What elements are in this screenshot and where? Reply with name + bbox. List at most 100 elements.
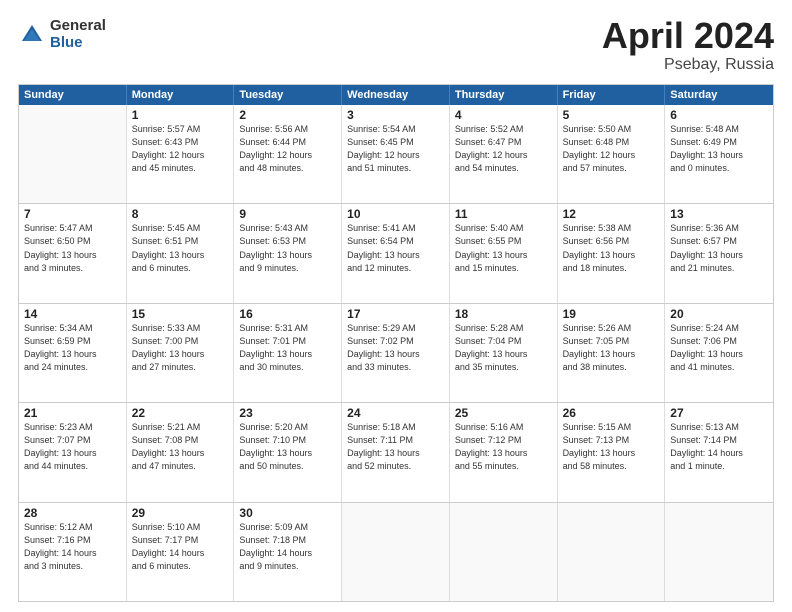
day-number: 10 <box>347 207 444 221</box>
day-info: Sunrise: 5:31 AMSunset: 7:01 PMDaylight:… <box>239 322 336 374</box>
day-info: Sunrise: 5:56 AMSunset: 6:44 PMDaylight:… <box>239 123 336 175</box>
day-number: 30 <box>239 506 336 520</box>
calendar-cell-empty-3 <box>342 503 450 601</box>
day-number: 3 <box>347 108 444 122</box>
page: General Blue April 2024 Psebay, Russia S… <box>0 0 792 612</box>
day-number: 14 <box>24 307 121 321</box>
day-info: Sunrise: 5:29 AMSunset: 7:02 PMDaylight:… <box>347 322 444 374</box>
day-info: Sunrise: 5:28 AMSunset: 7:04 PMDaylight:… <box>455 322 552 374</box>
calendar-cell-3: 3Sunrise: 5:54 AMSunset: 6:45 PMDaylight… <box>342 105 450 203</box>
calendar-cell-1: 1Sunrise: 5:57 AMSunset: 6:43 PMDaylight… <box>127 105 235 203</box>
day-number: 4 <box>455 108 552 122</box>
day-info: Sunrise: 5:40 AMSunset: 6:55 PMDaylight:… <box>455 222 552 274</box>
calendar-cell-30: 30Sunrise: 5:09 AMSunset: 7:18 PMDayligh… <box>234 503 342 601</box>
day-info: Sunrise: 5:43 AMSunset: 6:53 PMDaylight:… <box>239 222 336 274</box>
header: General Blue April 2024 Psebay, Russia <box>18 18 774 74</box>
day-info: Sunrise: 5:24 AMSunset: 7:06 PMDaylight:… <box>670 322 768 374</box>
day-number: 9 <box>239 207 336 221</box>
calendar-cell-21: 21Sunrise: 5:23 AMSunset: 7:07 PMDayligh… <box>19 403 127 501</box>
day-number: 13 <box>670 207 768 221</box>
calendar-cell-15: 15Sunrise: 5:33 AMSunset: 7:00 PMDayligh… <box>127 304 235 402</box>
day-info: Sunrise: 5:21 AMSunset: 7:08 PMDaylight:… <box>132 421 229 473</box>
day-number: 15 <box>132 307 229 321</box>
calendar-cell-9: 9Sunrise: 5:43 AMSunset: 6:53 PMDaylight… <box>234 204 342 302</box>
day-info: Sunrise: 5:36 AMSunset: 6:57 PMDaylight:… <box>670 222 768 274</box>
day-number: 22 <box>132 406 229 420</box>
title-location: Psebay, Russia <box>602 56 774 74</box>
calendar-cell-24: 24Sunrise: 5:18 AMSunset: 7:11 PMDayligh… <box>342 403 450 501</box>
day-info: Sunrise: 5:12 AMSunset: 7:16 PMDaylight:… <box>24 521 121 573</box>
day-info: Sunrise: 5:54 AMSunset: 6:45 PMDaylight:… <box>347 123 444 175</box>
calendar-week-5: 28Sunrise: 5:12 AMSunset: 7:16 PMDayligh… <box>19 503 773 601</box>
day-info: Sunrise: 5:52 AMSunset: 6:47 PMDaylight:… <box>455 123 552 175</box>
day-info: Sunrise: 5:26 AMSunset: 7:05 PMDaylight:… <box>563 322 660 374</box>
logo: General Blue <box>18 18 106 51</box>
day-info: Sunrise: 5:45 AMSunset: 6:51 PMDaylight:… <box>132 222 229 274</box>
logo-blue: Blue <box>50 35 106 52</box>
logo-general: General <box>50 18 106 35</box>
day-info: Sunrise: 5:10 AMSunset: 7:17 PMDaylight:… <box>132 521 229 573</box>
logo-text: General Blue <box>50 18 106 51</box>
calendar: SundayMondayTuesdayWednesdayThursdayFrid… <box>18 84 774 602</box>
calendar-cell-26: 26Sunrise: 5:15 AMSunset: 7:13 PMDayligh… <box>558 403 666 501</box>
calendar-cell-2: 2Sunrise: 5:56 AMSunset: 6:44 PMDaylight… <box>234 105 342 203</box>
calendar-body: 1Sunrise: 5:57 AMSunset: 6:43 PMDaylight… <box>19 105 773 601</box>
calendar-cell-6: 6Sunrise: 5:48 AMSunset: 6:49 PMDaylight… <box>665 105 773 203</box>
day-info: Sunrise: 5:47 AMSunset: 6:50 PMDaylight:… <box>24 222 121 274</box>
day-number: 27 <box>670 406 768 420</box>
day-number: 28 <box>24 506 121 520</box>
calendar-cell-14: 14Sunrise: 5:34 AMSunset: 6:59 PMDayligh… <box>19 304 127 402</box>
header-day-sunday: Sunday <box>19 85 127 105</box>
day-info: Sunrise: 5:23 AMSunset: 7:07 PMDaylight:… <box>24 421 121 473</box>
day-number: 7 <box>24 207 121 221</box>
day-number: 16 <box>239 307 336 321</box>
calendar-cell-empty-0 <box>19 105 127 203</box>
title-month: April 2024 <box>602 18 774 54</box>
day-info: Sunrise: 5:57 AMSunset: 6:43 PMDaylight:… <box>132 123 229 175</box>
calendar-cell-5: 5Sunrise: 5:50 AMSunset: 6:48 PMDaylight… <box>558 105 666 203</box>
day-number: 29 <box>132 506 229 520</box>
day-number: 19 <box>563 307 660 321</box>
day-info: Sunrise: 5:38 AMSunset: 6:56 PMDaylight:… <box>563 222 660 274</box>
calendar-cell-empty-4 <box>450 503 558 601</box>
day-info: Sunrise: 5:48 AMSunset: 6:49 PMDaylight:… <box>670 123 768 175</box>
header-day-wednesday: Wednesday <box>342 85 450 105</box>
calendar-cell-11: 11Sunrise: 5:40 AMSunset: 6:55 PMDayligh… <box>450 204 558 302</box>
logo-icon <box>18 21 46 49</box>
calendar-week-3: 14Sunrise: 5:34 AMSunset: 6:59 PMDayligh… <box>19 304 773 403</box>
calendar-cell-empty-6 <box>665 503 773 601</box>
day-number: 8 <box>132 207 229 221</box>
day-info: Sunrise: 5:20 AMSunset: 7:10 PMDaylight:… <box>239 421 336 473</box>
day-number: 25 <box>455 406 552 420</box>
day-number: 2 <box>239 108 336 122</box>
calendar-week-4: 21Sunrise: 5:23 AMSunset: 7:07 PMDayligh… <box>19 403 773 502</box>
title-block: April 2024 Psebay, Russia <box>602 18 774 74</box>
calendar-week-1: 1Sunrise: 5:57 AMSunset: 6:43 PMDaylight… <box>19 105 773 204</box>
day-number: 17 <box>347 307 444 321</box>
day-number: 11 <box>455 207 552 221</box>
calendar-cell-22: 22Sunrise: 5:21 AMSunset: 7:08 PMDayligh… <box>127 403 235 501</box>
header-day-saturday: Saturday <box>665 85 773 105</box>
day-number: 1 <box>132 108 229 122</box>
header-day-monday: Monday <box>127 85 235 105</box>
calendar-week-2: 7Sunrise: 5:47 AMSunset: 6:50 PMDaylight… <box>19 204 773 303</box>
calendar-cell-29: 29Sunrise: 5:10 AMSunset: 7:17 PMDayligh… <box>127 503 235 601</box>
day-number: 18 <box>455 307 552 321</box>
calendar-cell-17: 17Sunrise: 5:29 AMSunset: 7:02 PMDayligh… <box>342 304 450 402</box>
calendar-cell-19: 19Sunrise: 5:26 AMSunset: 7:05 PMDayligh… <box>558 304 666 402</box>
calendar-cell-8: 8Sunrise: 5:45 AMSunset: 6:51 PMDaylight… <box>127 204 235 302</box>
calendar-cell-23: 23Sunrise: 5:20 AMSunset: 7:10 PMDayligh… <box>234 403 342 501</box>
header-day-thursday: Thursday <box>450 85 558 105</box>
day-info: Sunrise: 5:09 AMSunset: 7:18 PMDaylight:… <box>239 521 336 573</box>
day-info: Sunrise: 5:18 AMSunset: 7:11 PMDaylight:… <box>347 421 444 473</box>
day-number: 12 <box>563 207 660 221</box>
calendar-cell-10: 10Sunrise: 5:41 AMSunset: 6:54 PMDayligh… <box>342 204 450 302</box>
calendar-cell-16: 16Sunrise: 5:31 AMSunset: 7:01 PMDayligh… <box>234 304 342 402</box>
day-number: 24 <box>347 406 444 420</box>
day-info: Sunrise: 5:13 AMSunset: 7:14 PMDaylight:… <box>670 421 768 473</box>
calendar-cell-20: 20Sunrise: 5:24 AMSunset: 7:06 PMDayligh… <box>665 304 773 402</box>
header-day-tuesday: Tuesday <box>234 85 342 105</box>
day-number: 21 <box>24 406 121 420</box>
day-info: Sunrise: 5:33 AMSunset: 7:00 PMDaylight:… <box>132 322 229 374</box>
calendar-cell-12: 12Sunrise: 5:38 AMSunset: 6:56 PMDayligh… <box>558 204 666 302</box>
